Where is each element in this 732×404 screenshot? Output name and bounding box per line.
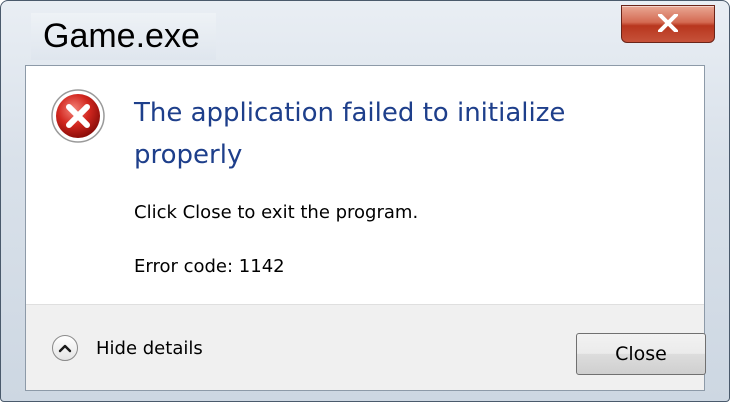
title-bar: Game.exe xyxy=(1,1,729,65)
close-button[interactable]: Close xyxy=(576,333,706,375)
hide-details-toggle[interactable]: Hide details xyxy=(52,335,203,361)
dialog-footer: Hide details Close xyxy=(26,304,706,390)
error-dialog: Game.exe The application failed to initi… xyxy=(0,0,730,402)
message-area: The application failed to initialize pro… xyxy=(26,66,704,304)
dialog-body: The application failed to initialize pro… xyxy=(25,65,706,391)
window-title: Game.exe xyxy=(31,13,216,60)
error-icon xyxy=(51,89,105,143)
hide-details-label: Hide details xyxy=(96,337,203,359)
window-close-button[interactable] xyxy=(621,5,715,43)
error-headline: The application failed to initialize pro… xyxy=(134,98,566,170)
instruction-text: Click Close to exit the program. xyxy=(134,202,419,223)
close-icon xyxy=(658,14,678,32)
chevron-up-icon xyxy=(52,335,78,361)
error-code-text: Error code: 1142 xyxy=(134,256,285,277)
